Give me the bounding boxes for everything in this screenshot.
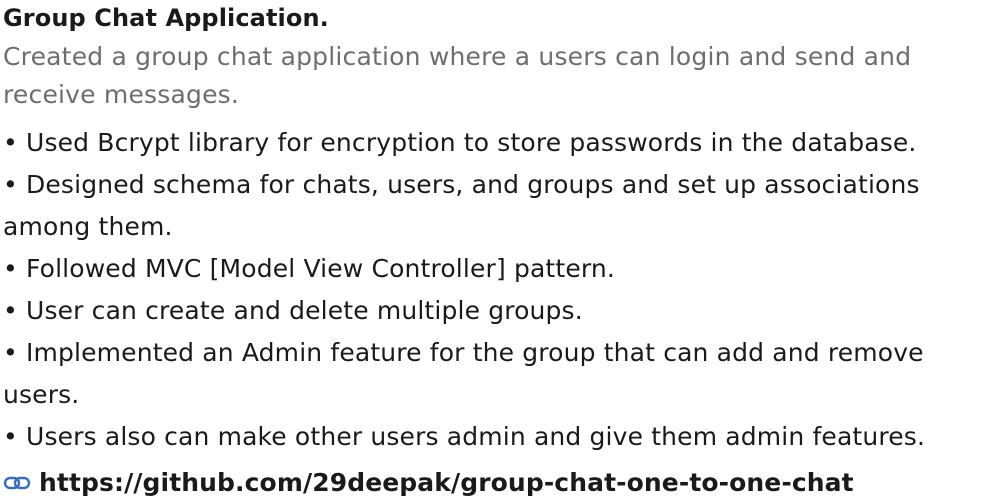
link-icon — [3, 473, 33, 493]
bullet-item: • Designed schema for chats, users, and … — [3, 170, 920, 241]
bullet-item: • Implemented an Admin feature for the g… — [3, 338, 924, 409]
bullet-item: • Used Bcrypt library for encryption to … — [3, 128, 917, 157]
github-link-text[interactable]: https://github.com/29deepak/group-chat-o… — [39, 464, 854, 502]
project-title: Group Chat Application. — [3, 4, 329, 32]
github-link[interactable]: https://github.com/29deepak/group-chat-o… — [3, 464, 854, 502]
bullet-item: • Followed MVC [Model View Controller] p… — [3, 254, 615, 283]
project-description: Created a group chat application where a… — [3, 42, 912, 109]
bullet-item: • User can create and delete multiple gr… — [3, 296, 583, 325]
bullet-list: • Used Bcrypt library for encryption to … — [3, 122, 993, 458]
bullet-item: • Users also can make other users admin … — [3, 422, 926, 451]
